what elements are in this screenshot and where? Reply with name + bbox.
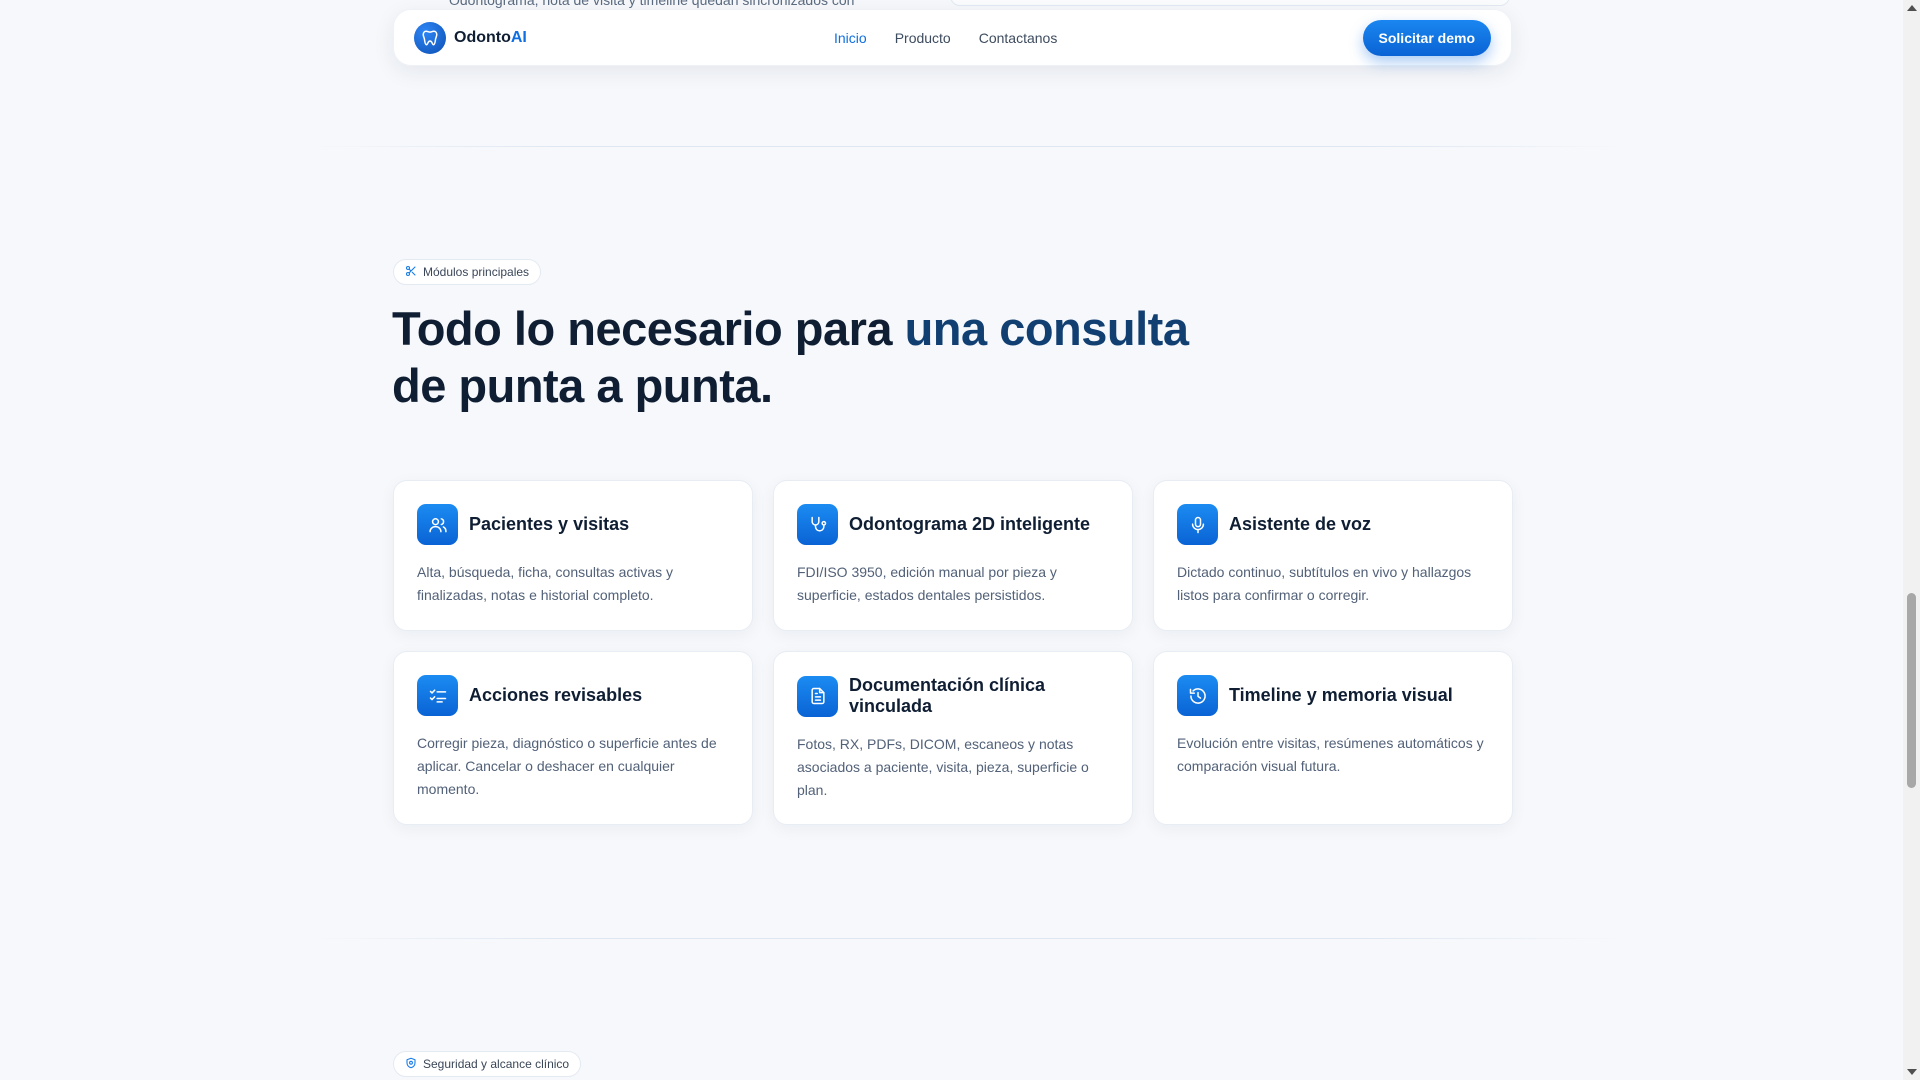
module-card-voice: Asistente de voz Dictado continuo, subtí… xyxy=(1153,480,1513,631)
modules-eyebrow-label: Módulos principales xyxy=(423,265,530,279)
card-description: Alta, búsqueda, ficha, consultas activas… xyxy=(417,564,674,603)
module-cards-grid: Pacientes y visitas Alta, búsqueda, fich… xyxy=(393,480,1513,825)
modules-eyebrow-icon xyxy=(405,265,417,280)
module-card-patients: Pacientes y visitas Alta, búsqueda, fich… xyxy=(393,480,753,631)
card-description: Fotos, RX, PDFs, DICOM, escaneos y notas… xyxy=(797,736,1089,798)
brand-name-suffix: AI xyxy=(510,28,527,46)
brand[interactable]: OdontoAI xyxy=(414,21,527,54)
page-scrollbar[interactable] xyxy=(1903,0,1920,1080)
tooth-icon xyxy=(414,21,446,54)
card-description: Corregir pieza, diagnóstico o superficie… xyxy=(417,735,717,797)
security-eyebrow-label: Seguridad y alcance clínico xyxy=(423,1057,570,1071)
brand-name-prefix: Odonto xyxy=(454,28,511,46)
site-header: OdontoAI Inicio Producto Contactanos Sol… xyxy=(393,9,1512,66)
modules-headline: Todo lo necesario para una consulta de pu… xyxy=(392,300,1212,414)
modules-eyebrow: Módulos principales xyxy=(393,259,542,285)
microphone-icon xyxy=(1177,504,1218,545)
scrollbar-thumb[interactable] xyxy=(1907,593,1916,788)
stethoscope-icon xyxy=(797,504,838,545)
headline-accent: una consulta xyxy=(904,302,1189,355)
document-icon xyxy=(797,675,838,717)
history-icon xyxy=(1177,675,1218,716)
section-divider xyxy=(310,938,1620,939)
nav-link-inicio[interactable]: Inicio xyxy=(834,30,867,46)
main-nav: Inicio Producto Contactanos xyxy=(834,10,1057,65)
card-description: Dictado continuo, subtítulos en vivo y h… xyxy=(1177,564,1472,603)
shield-icon xyxy=(405,1057,417,1072)
previous-section-card xyxy=(950,0,1510,6)
card-title: Documentación clínica vinculada xyxy=(849,675,1046,716)
headline-part-1: Todo lo necesario para xyxy=(392,302,905,355)
checklist-icon xyxy=(417,675,458,716)
card-description: FDI/ISO 3950, edición manual por pieza y… xyxy=(797,564,1057,603)
module-card-documentation: Documentación clínica vinculada Fotos, R… xyxy=(773,651,1133,825)
card-title: Pacientes y visitas xyxy=(469,514,630,534)
module-card-timeline: Timeline y memoria visual Evolución entr… xyxy=(1153,651,1513,825)
section-divider xyxy=(310,146,1620,147)
security-eyebrow: Seguridad y alcance clínico xyxy=(393,1051,582,1077)
scroll-up-icon[interactable] xyxy=(1907,5,1917,11)
card-title: Acciones revisables xyxy=(469,685,643,705)
users-icon xyxy=(417,504,458,545)
headline-line-2: de punta a punta. xyxy=(392,359,773,412)
card-title: Asistente de voz xyxy=(1229,514,1372,534)
card-title: Timeline y memoria visual xyxy=(1229,685,1453,705)
previous-section-text: Odontograma, nota de visita y timeline q… xyxy=(449,0,855,8)
scroll-down-icon[interactable] xyxy=(1907,1069,1917,1075)
module-card-odontogram: Odontograma 2D inteligente FDI/ISO 3950,… xyxy=(773,480,1133,631)
request-demo-button[interactable]: Solicitar demo xyxy=(1362,20,1491,56)
module-card-actions: Acciones revisables Corregir pieza, diag… xyxy=(393,651,753,825)
nav-link-contactanos[interactable]: Contactanos xyxy=(979,30,1058,46)
landing-page: Odontograma, nota de visita y timeline q… xyxy=(0,0,1920,1080)
nav-link-producto[interactable]: Producto xyxy=(895,30,951,46)
brand-name: OdontoAI xyxy=(454,29,527,47)
card-description: Evolución entre visitas, resúmenes autom… xyxy=(1177,735,1484,774)
card-title: Odontograma 2D inteligente xyxy=(849,514,1091,534)
